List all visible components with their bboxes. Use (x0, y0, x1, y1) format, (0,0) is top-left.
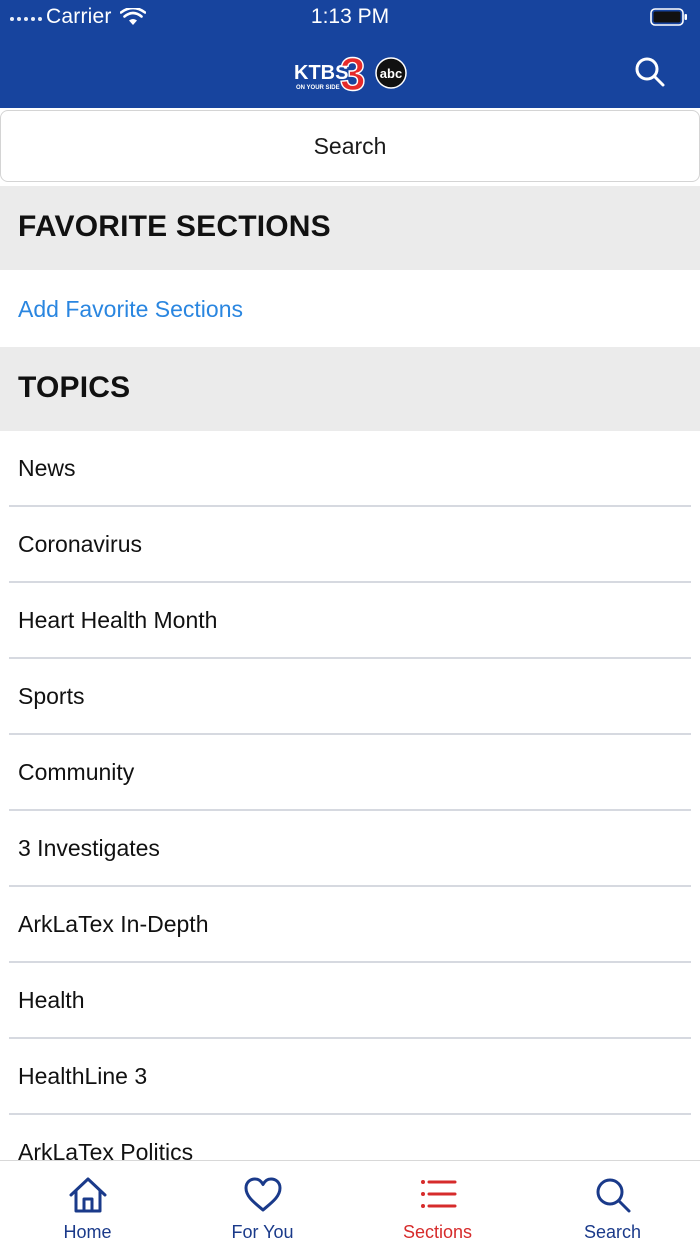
topic-label: HealthLine 3 (18, 1063, 148, 1089)
tab-label: For You (231, 1222, 294, 1242)
topics-header: TOPICS (0, 347, 700, 431)
topic-item-healthline-3[interactable]: HealthLine 3 (0, 1039, 700, 1115)
ktbs-logo: KTBS ON YOUR SIDE 3 abc (294, 51, 407, 93)
svg-text:ON YOUR SIDE: ON YOUR SIDE (296, 85, 340, 91)
topic-item-3-investigates[interactable]: 3 Investigates (0, 811, 700, 887)
tab-bar: Home For You Sections Search (0, 1160, 700, 1244)
status-time: 1:13 PM (310, 5, 390, 28)
tab-for-you[interactable]: For You (175, 1161, 350, 1244)
topic-item-heart-health-month[interactable]: Heart Health Month (0, 583, 700, 659)
topic-label: Health (18, 987, 85, 1013)
topic-label: ArkLaTex Politics (18, 1139, 194, 1160)
topic-item-community[interactable]: Community (0, 735, 700, 811)
tab-label: Sections (402, 1222, 473, 1242)
svg-text:3: 3 (340, 51, 366, 93)
tab-search[interactable]: Search (525, 1161, 700, 1244)
topic-item-arklatex-politics[interactable]: ArkLaTex Politics (0, 1115, 700, 1160)
favorite-sections-title: FAVORITE SECTIONS (18, 210, 331, 243)
search-icon (596, 1178, 631, 1213)
home-icon (69, 1177, 107, 1213)
heart-icon (244, 1177, 282, 1212)
list-icon (421, 1180, 457, 1208)
topic-label: News (18, 455, 76, 481)
topic-item-coronavirus[interactable]: Coronavirus (0, 507, 700, 583)
topic-label: ArkLaTex In-Depth (18, 911, 209, 937)
tab-home[interactable]: Home (0, 1161, 175, 1244)
tab-sections[interactable]: Sections (350, 1161, 525, 1244)
search-icon[interactable] (634, 56, 666, 88)
favorite-sections-header: FAVORITE SECTIONS (0, 186, 700, 270)
topic-item-health[interactable]: Health (0, 963, 700, 1039)
topics-title: TOPICS (18, 371, 131, 404)
topic-label: Community (18, 759, 135, 785)
topic-item-arklatex-in-depth[interactable]: ArkLaTex In-Depth (0, 887, 700, 963)
topic-label: Coronavirus (18, 531, 142, 557)
svg-text:abc: abc (380, 66, 402, 81)
topic-item-news[interactable]: News (0, 431, 700, 507)
topic-label: 3 Investigates (18, 835, 160, 861)
search-field-label: Search (313, 132, 387, 159)
add-favorite-sections-link[interactable]: Add Favorite Sections (18, 296, 243, 323)
battery-icon (650, 8, 687, 26)
tab-label: Search (583, 1222, 642, 1242)
status-bar: Carrier 1:13 PM (0, 0, 700, 34)
search-field[interactable]: Search (0, 110, 700, 182)
topic-label: Sports (18, 683, 85, 709)
topic-item-sports[interactable]: Sports (0, 659, 700, 735)
topic-label: Heart Health Month (18, 607, 218, 633)
app-header: Carrier 1:13 PM KTBS ON YOUR SIDE 3 abc (0, 0, 700, 108)
topics-list: News Coronavirus Heart Health Month Spor… (0, 431, 700, 1160)
tab-label: Home (63, 1222, 112, 1242)
